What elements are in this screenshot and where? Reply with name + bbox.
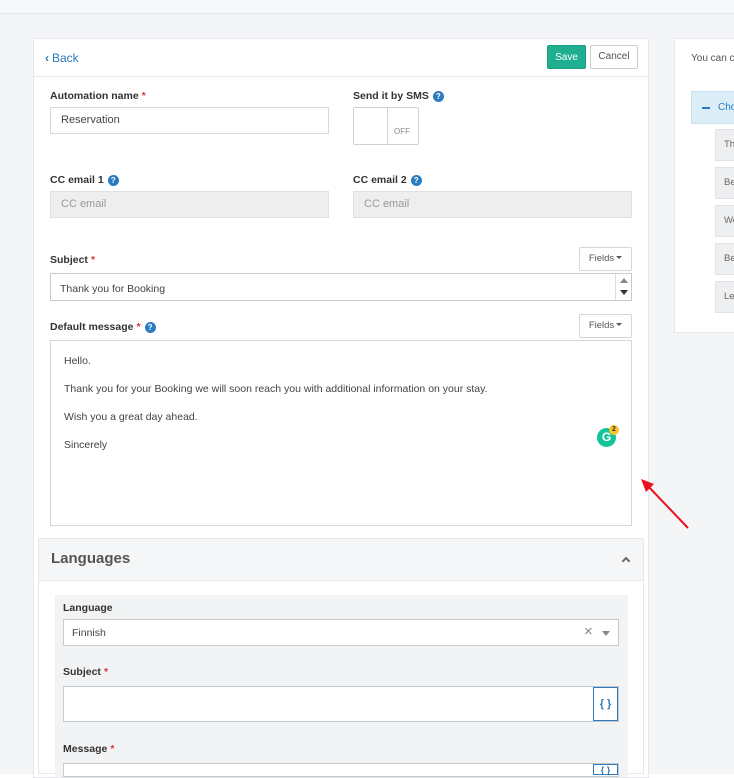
dropdown-arrow-icon[interactable] [602,631,610,636]
required-marker: * [141,90,146,102]
side-list-item[interactable]: Be [715,243,734,275]
language-message-label: Message * [63,743,115,755]
required-marker: * [90,254,96,266]
languages-section: Languages [38,538,644,777]
help-icon[interactable]: ? [144,322,156,333]
help-icon[interactable]: ? [432,91,444,102]
clear-icon[interactable]: × [584,623,593,641]
subject-fields-dropdown[interactable]: Fields [579,247,632,271]
send-sms-toggle[interactable]: OFF [353,107,419,145]
cancel-button[interactable]: Cancel [590,45,638,69]
automation-name-label: Automation name * [50,90,146,102]
spinner-up-icon[interactable] [620,278,628,283]
language-subject-label: Subject * [63,666,109,678]
language-select[interactable]: Finnish × [63,619,619,646]
language-label: Language [63,602,113,614]
side-intro-text: You can c [691,53,734,64]
languages-title: Languages [51,550,131,567]
toggle-knob [354,108,388,144]
toggle-state: OFF [394,127,410,136]
subject-label: Subject * [50,254,96,266]
caret-down-icon [616,323,623,326]
automation-name-input[interactable]: Reservation [50,107,329,134]
message-line: Thank you for your Booking we will soon … [64,383,488,395]
subject-value: Thank you for Booking [60,283,166,295]
side-list-item[interactable]: We [715,205,734,237]
insert-field-button[interactable]: { } [593,764,618,775]
side-list-item[interactable]: Th [715,129,734,161]
languages-header[interactable]: Languages [39,539,643,581]
message-fields-dropdown[interactable]: Fields [579,314,632,338]
message-line: Sincerely [64,439,108,451]
minus-icon [702,107,710,109]
cc-email-2-label: CC email 2? [353,174,422,186]
message-line: Wish you a great day ahead. [64,411,198,423]
language-value: Finnish [72,627,106,639]
subject-input[interactable]: Thank you for Booking [50,273,632,301]
grammarly-count-badge: 2 [609,425,619,435]
back-link[interactable]: ‹ Back [45,51,79,65]
back-label: Back [52,51,79,65]
message-line: Hello. [64,355,91,367]
cc-email-1-label: CC email 1? [50,174,119,186]
required-marker: * [103,666,109,678]
choose-label: Cho [718,102,734,113]
required-marker: * [136,321,141,333]
side-panel: You can c Cho Th Be We Be Le [674,38,734,333]
save-button[interactable]: Save [547,45,586,69]
cc-email-2-input[interactable]: CC email [353,191,632,218]
top-bar [0,0,734,14]
subject-spinner[interactable] [615,274,631,300]
default-message-label: Default message *? [50,321,156,333]
help-icon[interactable]: ? [107,175,119,186]
caret-down-icon [616,256,623,259]
insert-field-button[interactable]: { } [593,687,618,721]
send-sms-label: Send it by SMS? [353,90,444,102]
side-list-item[interactable]: Le [715,281,734,313]
chevron-up-icon[interactable] [621,556,631,566]
panel-header: ‹ Back Save Cancel [34,39,648,77]
default-message-textarea[interactable]: Hello. Thank you for your Booking we wil… [50,340,632,526]
spinner-down-icon[interactable] [620,290,628,295]
side-list-item[interactable]: Be [715,167,734,199]
required-marker: * [110,743,115,755]
choose-item[interactable]: Cho [691,91,734,124]
language-message-input[interactable]: { } [63,763,619,777]
help-icon[interactable]: ? [410,175,422,186]
language-subject-input[interactable]: { } [63,686,619,722]
left-gutter [0,14,10,774]
chevron-left-icon: ‹ [45,51,49,65]
cc-email-1-input[interactable]: CC email [50,191,329,218]
